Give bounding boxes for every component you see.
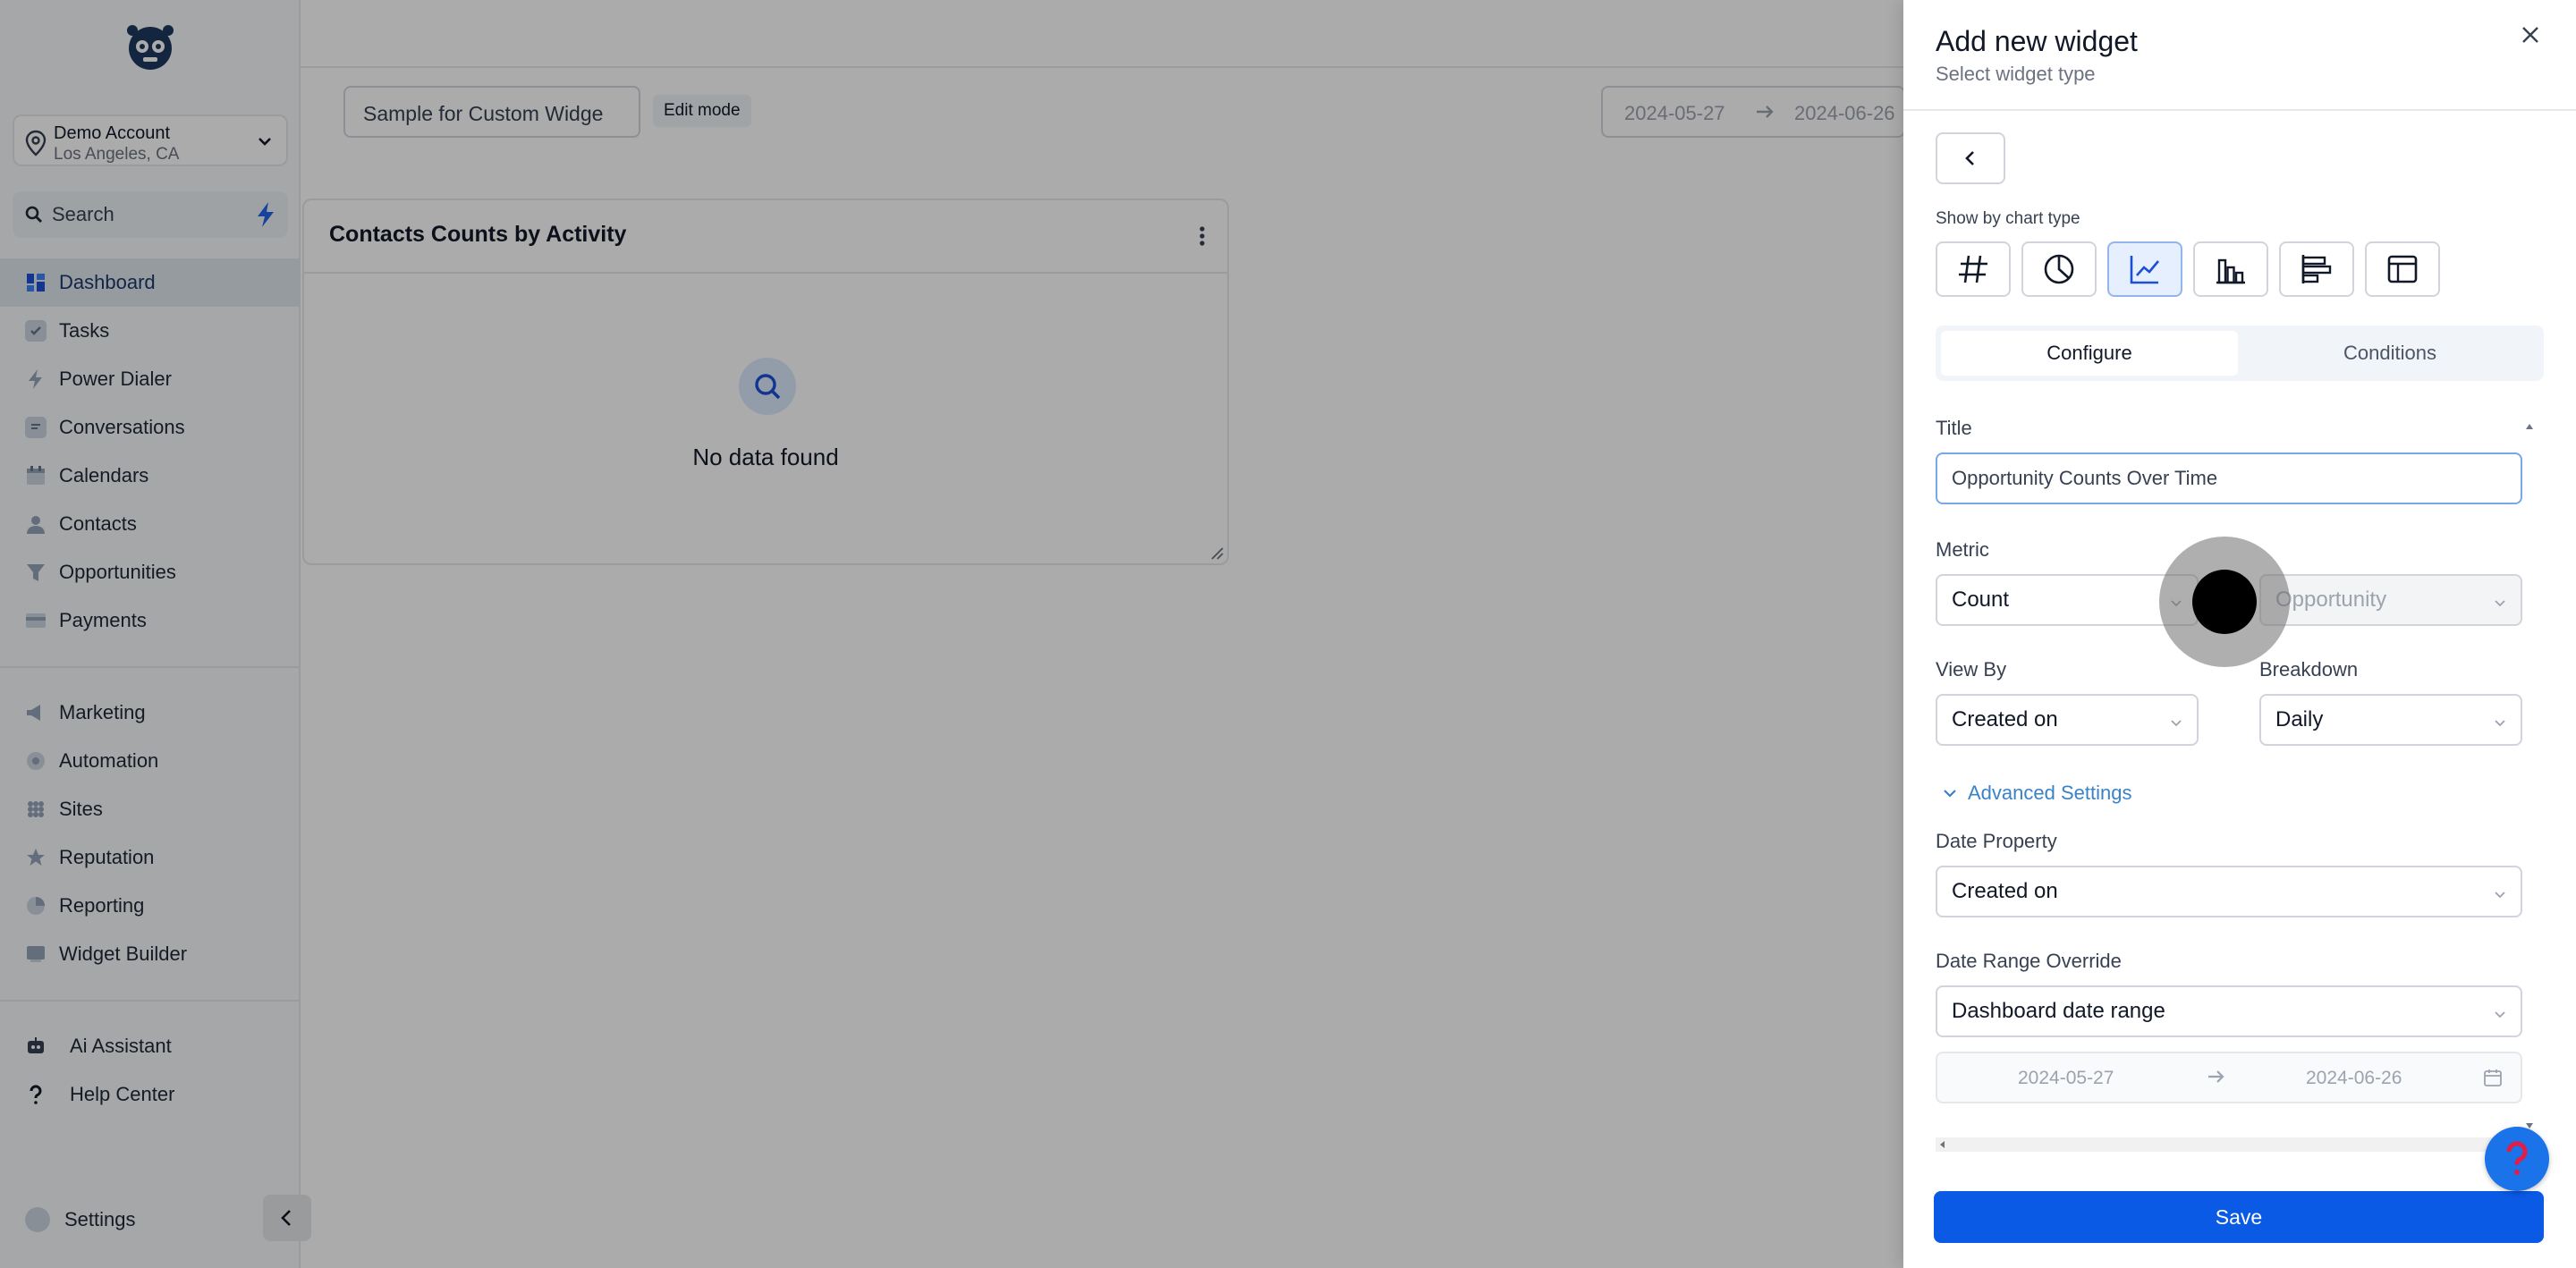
touch-indicator: [2159, 537, 2290, 667]
title-input[interactable]: Opportunity Counts Over Time: [1936, 452, 2522, 504]
chart-type-bar-button[interactable]: [2193, 241, 2268, 297]
bar-chart-icon: [2216, 258, 2245, 284]
chevron-down-icon: [2492, 883, 2508, 900]
chevron-down-icon: [2492, 1003, 2508, 1019]
range-end: 2024-06-26: [2306, 1068, 2402, 1088]
chart-type-horizontal-bar-button[interactable]: [2279, 241, 2354, 297]
chart-type-label: Show by chart type: [1936, 209, 2080, 228]
date-range-override-select[interactable]: Dashboard date range: [1936, 985, 2522, 1037]
advanced-settings-label: Advanced Settings: [1968, 782, 2132, 804]
save-button[interactable]: Save: [1934, 1191, 2544, 1243]
chart-type-pie-button[interactable]: [2021, 241, 2097, 297]
chevron-down-icon: [2168, 712, 2184, 728]
calendar-icon: [2483, 1068, 2503, 1087]
back-button[interactable]: [1936, 132, 2005, 184]
pie-chart-icon: [2044, 254, 2074, 284]
metric-label: Metric: [1936, 538, 1989, 561]
chevron-down-icon: [2492, 592, 2508, 608]
drawer-header-divider: [1903, 109, 2576, 111]
drawer-subtitle: Select widget type: [1936, 63, 2096, 85]
chart-type-line-button[interactable]: [2107, 241, 2182, 297]
date-range-override-label: Date Range Override: [1936, 950, 2122, 972]
table-icon: [2387, 255, 2418, 283]
date-property-value: Created on: [1952, 879, 2058, 903]
horizontal-scrollbar[interactable]: [1936, 1137, 2531, 1152]
line-chart-icon: [2130, 256, 2159, 284]
breakdown-select[interactable]: Daily: [2259, 694, 2522, 746]
chevron-left-icon: [1965, 151, 1974, 165]
date-property-select[interactable]: Created on: [1936, 866, 2522, 917]
date-range-override-value: Dashboard date range: [1952, 999, 2165, 1023]
metric-value: Count: [1952, 588, 2010, 612]
metric-object-value: Opportunity: [2275, 588, 2387, 612]
chevron-down-icon: [1944, 790, 1956, 798]
chevron-down-icon: [2492, 712, 2508, 728]
range-start: 2024-05-27: [2018, 1068, 2114, 1088]
view-by-value: Created on: [1952, 707, 2058, 731]
arrow-right-icon: [2206, 1066, 2227, 1093]
chart-type-table-button[interactable]: [2365, 241, 2440, 297]
drawer-title: Add new widget: [1936, 25, 2138, 57]
title-label: Title: [1936, 417, 1972, 439]
touch-indicator-dot: [2192, 570, 2257, 634]
vertical-scrollbar[interactable]: [2524, 420, 2535, 1132]
help-widget-button[interactable]: [2485, 1127, 2549, 1191]
advanced-settings-toggle[interactable]: Advanced Settings: [1941, 782, 2131, 805]
tab-configure[interactable]: Configure: [1941, 331, 2238, 376]
tab-conditions[interactable]: Conditions: [2241, 331, 2538, 376]
config-tabs: Configure Conditions: [1936, 325, 2544, 381]
question-icon: [2506, 1141, 2528, 1175]
view-by-label: View By: [1936, 658, 2007, 680]
date-property-label: Date Property: [1936, 830, 2057, 852]
view-by-select[interactable]: Created on: [1936, 694, 2199, 746]
horizontal-bar-icon: [2301, 255, 2332, 283]
chart-type-number-button[interactable]: [1936, 241, 2011, 297]
breakdown-value: Daily: [2275, 707, 2324, 731]
close-icon[interactable]: [2517, 21, 2544, 48]
number-icon: [1959, 255, 1987, 283]
modal-backdrop[interactable]: [0, 0, 1903, 1268]
custom-date-range-picker[interactable]: 2024-05-27 2024-06-26: [1936, 1052, 2522, 1103]
breakdown-label: Breakdown: [2259, 658, 2359, 680]
metric-object-select[interactable]: Opportunity: [2259, 574, 2522, 626]
chart-type-selector: [1936, 241, 2440, 297]
